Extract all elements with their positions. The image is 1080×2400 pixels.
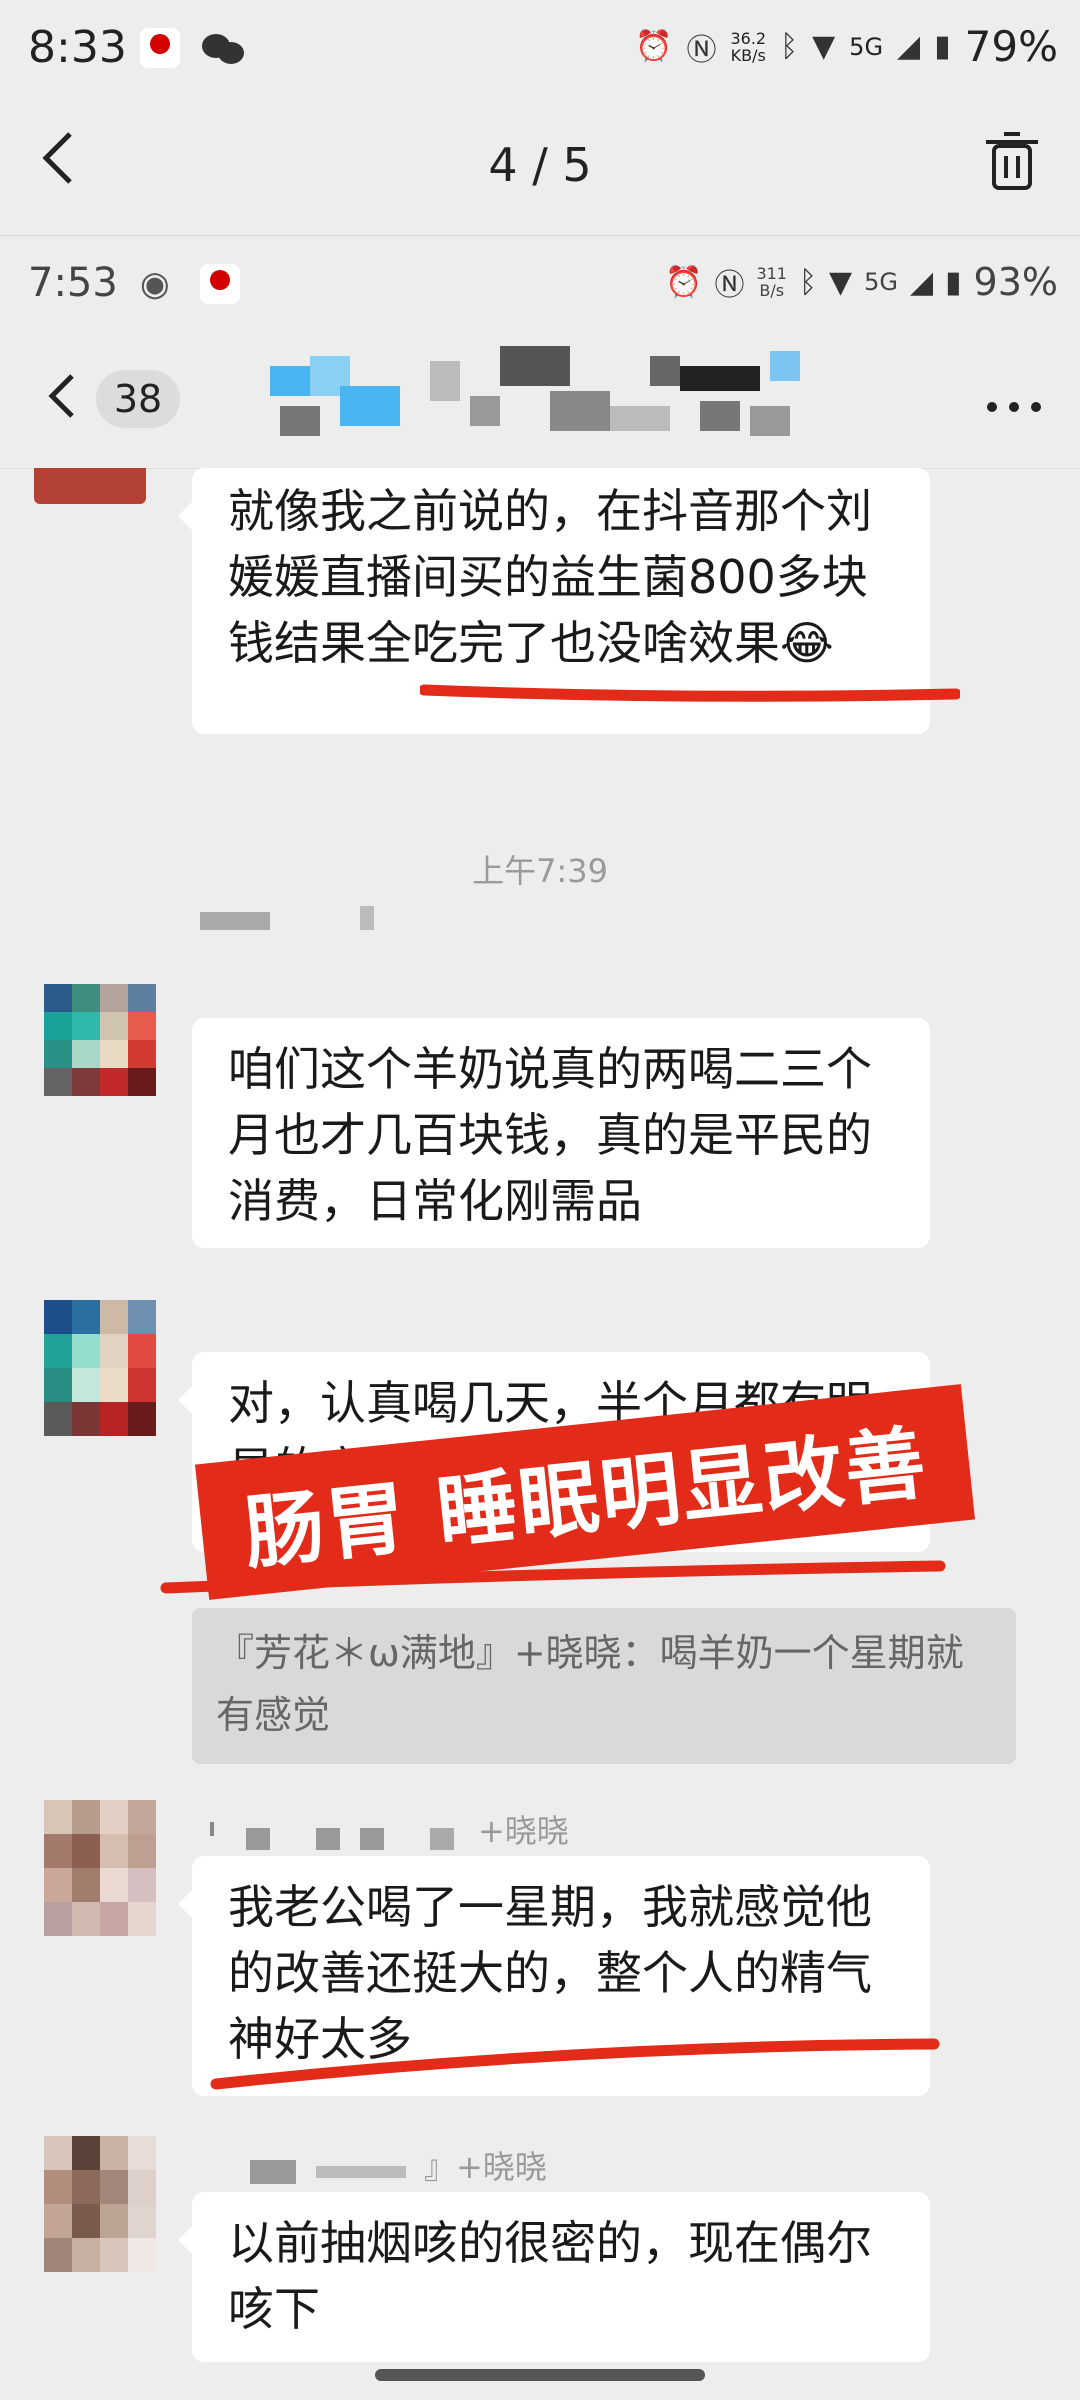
signal-icon: ◢	[909, 264, 934, 300]
inner-status-time: 7:53	[28, 260, 118, 306]
message-bubble[interactable]: 以前抽烟咳的很密的，现在偶尔咳下	[178, 2192, 930, 2362]
sender-nickname-pixelated	[200, 906, 380, 932]
sender-nickname-pixelated	[210, 1818, 510, 1850]
battery-level: 79%	[964, 22, 1058, 71]
quote-text: 『芳花＊ω满地』+晓晓：喝羊奶一个星期就有感觉	[216, 1631, 964, 1737]
message-text: 就像我之前说的，在抖音那个刘媛媛直播间买的益生菌800多块钱结果全吃完了也没啥效…	[228, 484, 872, 670]
wifi-icon: ▼	[828, 264, 853, 300]
bluetooth-icon: ᛒ	[798, 264, 817, 300]
net-speed: 36.2 KB/s	[730, 28, 767, 65]
alarm-icon: ⏰	[665, 264, 703, 300]
page-indicator: 4 / 5	[488, 138, 592, 192]
app-notification-icon	[140, 28, 180, 72]
screenshot-image: 7:53 ◉ ⏰ Ⓝ 311 B/s ᛒ ▼ 5G ◢ ▮ 93% 38 就像我…	[0, 236, 1080, 2400]
chevron-left-icon[interactable]	[44, 366, 80, 436]
network-type: 5G	[849, 32, 884, 61]
avatar[interactable]	[34, 468, 146, 504]
inner-battery-level: 93%	[973, 260, 1058, 304]
trash-icon[interactable]	[984, 130, 1040, 192]
message-bubble[interactable]: 咱们这个羊奶说真的两喝二三个月也才几百块钱，真的是平民的消费，日常化刚需品	[192, 1018, 930, 1248]
chat-header: 38	[0, 336, 1080, 469]
message-text: 咱们这个羊奶说真的两喝二三个月也才几百块钱，真的是平民的消费，日常化刚需品	[228, 1042, 872, 1228]
status-icons: ⏰ Ⓝ 36.2 KB/s ᛒ ▼ 5G ◢ ▮ 79%	[635, 22, 1058, 71]
red-underline	[420, 684, 960, 702]
nfc-icon: Ⓝ	[714, 268, 745, 303]
sender-nickname: 』+晓晓	[424, 2148, 547, 2186]
avatar[interactable]	[44, 2136, 156, 2272]
status-time: 8:33	[28, 22, 127, 73]
avatar[interactable]	[44, 1800, 156, 1936]
time-divider: 上午7:39	[472, 852, 608, 890]
signal-icon: ◢	[897, 29, 921, 64]
home-indicator[interactable]	[375, 2369, 705, 2381]
nfc-icon: Ⓝ	[686, 32, 717, 68]
message-text: 以前抽烟咳的很密的，现在偶尔咳下	[228, 2216, 872, 2336]
app-notification-icon	[200, 264, 240, 308]
inner-network-type: 5G	[864, 268, 898, 296]
chat-title-pixelated	[250, 346, 850, 456]
avatar[interactable]	[44, 1300, 156, 1436]
inner-net-speed: 311 B/s	[756, 264, 787, 300]
avatar[interactable]	[44, 984, 156, 1096]
battery-icon: ▮	[934, 29, 951, 64]
more-icon[interactable]	[984, 366, 1044, 431]
bluetooth-icon: ᛒ	[780, 29, 799, 64]
inner-status-icons: ⏰ Ⓝ 311 B/s ᛒ ▼ 5G ◢ ▮ 93%	[665, 260, 1058, 304]
wechat-icon	[202, 30, 246, 66]
sender-nickname: +晓晓	[478, 1812, 569, 1850]
alarm-icon: ⏰	[635, 29, 673, 64]
battery-icon: ▮	[945, 264, 962, 300]
viewer-header: 4 / 5	[0, 100, 1080, 236]
screen-record-icon: ◉	[140, 264, 170, 304]
red-underline	[210, 2038, 940, 2090]
wifi-icon: ▼	[812, 29, 836, 64]
inner-status-bar: 7:53 ◉ ⏰ Ⓝ 311 B/s ᛒ ▼ 5G ◢ ▮ 93%	[0, 236, 1080, 336]
quoted-message[interactable]: 『芳花＊ω满地』+晓晓：喝羊奶一个星期就有感觉	[192, 1608, 1016, 1764]
unread-count-badge: 38	[96, 370, 180, 428]
status-bar: 8:33 ⏰ Ⓝ 36.2 KB/s ᛒ ▼ 5G ◢ ▮ 79%	[0, 0, 1080, 100]
